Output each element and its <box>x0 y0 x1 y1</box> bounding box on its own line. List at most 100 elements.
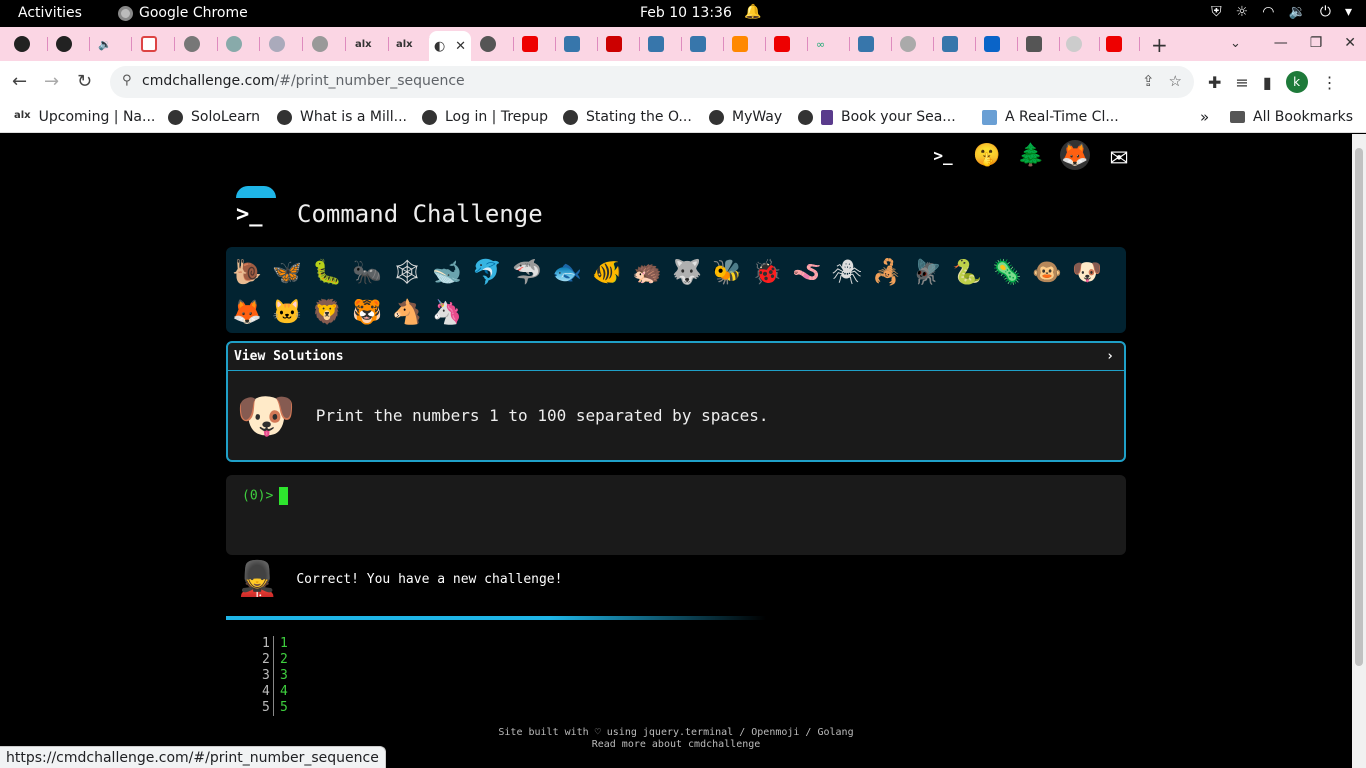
profile-avatar[interactable]: k <box>1285 71 1308 93</box>
bee-icon[interactable]: 🐝 <box>710 253 744 291</box>
close-icon[interactable]: ✕ <box>455 39 466 54</box>
active-tab[interactable]: ◐ ✕ <box>429 31 471 61</box>
spider-web-icon[interactable]: 🕸 <box>390 253 424 291</box>
tab[interactable] <box>306 33 346 55</box>
whale-icon[interactable]: 🐋 <box>430 253 464 291</box>
unicorn-icon[interactable]: 🦄 <box>430 293 464 331</box>
url-text[interactable]: cmdchallenge.com/#/print_number_sequence <box>142 73 465 89</box>
tab[interactable] <box>684 33 724 55</box>
forward-icon[interactable]: → <box>44 71 59 92</box>
bookmark-item[interactable]: alx Upcoming | Na... <box>14 109 155 125</box>
tab[interactable] <box>50 33 90 55</box>
youtube-icon <box>774 36 790 52</box>
microbe-icon[interactable]: 🦠 <box>990 253 1024 291</box>
snake-icon[interactable]: 🐍 <box>950 253 984 291</box>
omnibox[interactable]: ⚲ cmdchallenge.com/#/print_number_sequen… <box>110 66 1194 98</box>
tab[interactable] <box>8 33 48 55</box>
terminal-input[interactable]: (0)> <box>226 475 1126 555</box>
reading-list-icon[interactable]: ≡ <box>1235 73 1248 92</box>
extensions-icon[interactable]: ✚ <box>1208 73 1221 92</box>
wolf-icon[interactable]: 🐺 <box>670 253 704 291</box>
tab[interactable] <box>1020 33 1060 55</box>
bookmark-item[interactable]: MyWay <box>709 109 782 125</box>
clock[interactable]: Feb 10 13:36 <box>640 5 732 21</box>
tab[interactable]: ∞ <box>810 33 850 55</box>
tab[interactable] <box>558 33 598 55</box>
bookmark-item[interactable]: Stating the O... <box>563 109 692 125</box>
fish-icon[interactable]: 🐟 <box>550 253 584 291</box>
bookmark-item[interactable]: A Real-Time Cl... <box>982 109 1119 125</box>
more-bookmarks-icon[interactable]: » <box>1200 108 1209 126</box>
dolphin-icon[interactable]: 🐬 <box>470 253 504 291</box>
tab[interactable] <box>894 33 934 55</box>
tab[interactable] <box>600 33 640 55</box>
app-menu[interactable]: Google Chrome <box>118 5 248 21</box>
tab[interactable]: 🔉 <box>92 33 132 55</box>
fly-icon[interactable]: 🪰 <box>910 253 944 291</box>
tab[interactable] <box>516 33 556 55</box>
bookmark-item[interactable]: Book your Sea... <box>798 109 956 125</box>
ladybug-icon[interactable]: 🐞 <box>750 253 784 291</box>
star-icon[interactable]: ☆ <box>1169 72 1182 90</box>
bookmark-item[interactable]: SoloLearn <box>168 109 260 125</box>
back-icon[interactable]: ← <box>12 71 27 92</box>
shushing-face-icon[interactable]: 🤫 <box>972 140 1002 170</box>
snail-icon[interactable]: 🐌 <box>230 253 264 291</box>
gitlab-icon[interactable]: 🦊 <box>1060 140 1090 170</box>
monkey-icon[interactable]: 🐵 <box>1030 253 1064 291</box>
ant-icon[interactable]: 🐜 <box>350 253 384 291</box>
close-window-icon[interactable]: ✕ <box>1344 35 1356 51</box>
spider-icon[interactable]: 🕷 <box>830 253 864 291</box>
cat-icon[interactable]: 🐱 <box>270 293 304 331</box>
tab[interactable] <box>726 33 766 55</box>
shark-icon[interactable]: 🦈 <box>510 253 544 291</box>
minimize-icon[interactable]: — <box>1274 35 1288 51</box>
terminal-icon[interactable]: >_ <box>928 140 958 170</box>
page-scrollbar[interactable] <box>1352 134 1366 768</box>
tab[interactable] <box>474 33 514 55</box>
hedgehog-icon[interactable]: 🦔 <box>630 253 664 291</box>
tab[interactable] <box>220 33 260 55</box>
tiger-icon[interactable]: 🐯 <box>350 293 384 331</box>
tab[interactable] <box>768 33 808 55</box>
footer-about-link[interactable]: Read more about cmdchallenge <box>490 739 862 751</box>
new-tab-button[interactable]: + <box>1151 33 1168 57</box>
footer-credits[interactable]: Site built with ♡ using jquery.terminal … <box>490 727 862 739</box>
menu-icon[interactable]: ⋮ <box>1322 73 1338 92</box>
bookmark-item[interactable]: Log in | Trepup <box>422 109 548 125</box>
lion-icon[interactable]: 🦁 <box>310 293 344 331</box>
mail-icon[interactable]: ✉ <box>1104 138 1134 173</box>
scrollbar-thumb[interactable] <box>1355 148 1363 666</box>
caterpillar-icon[interactable]: 🐛 <box>310 253 344 291</box>
tab[interactable] <box>1060 33 1100 55</box>
tab[interactable] <box>263 33 303 55</box>
system-tray[interactable]: ⛨ ☼ ◠ 🔉 ⏻ ▾ <box>1211 4 1352 20</box>
tab[interactable] <box>936 33 976 55</box>
tab[interactable]: alx <box>390 33 430 55</box>
share-icon[interactable]: ⇪ <box>1142 72 1155 90</box>
tab[interactable] <box>135 33 175 55</box>
reload-icon[interactable]: ↻ <box>77 71 92 92</box>
worm-icon[interactable]: 🪱 <box>790 253 824 291</box>
tab-search-icon[interactable]: ⌄ <box>1230 36 1241 51</box>
bookmark-item[interactable]: What is a Mill... <box>277 109 407 125</box>
tropical-fish-icon[interactable]: 🐠 <box>590 253 624 291</box>
side-panel-icon[interactable]: ▮ <box>1263 73 1272 92</box>
view-solutions-toggle[interactable]: View Solutions › <box>228 343 1124 371</box>
tab[interactable]: alx <box>349 33 389 55</box>
tab[interactable] <box>1100 33 1140 55</box>
fox-icon[interactable]: 🦊 <box>230 293 264 331</box>
site-info-icon[interactable]: ⚲ <box>122 73 132 88</box>
scorpion-icon[interactable]: 🦂 <box>870 253 904 291</box>
tab[interactable] <box>852 33 892 55</box>
tab[interactable] <box>178 33 218 55</box>
butterfly-icon[interactable]: 🦋 <box>270 253 304 291</box>
tree-icon[interactable]: 🌲 <box>1016 140 1046 170</box>
horse-icon[interactable]: 🐴 <box>390 293 424 331</box>
tab[interactable] <box>978 33 1018 55</box>
maximize-icon[interactable]: ❐ <box>1310 35 1323 51</box>
activities-button[interactable]: Activities <box>18 5 82 21</box>
dog-icon[interactable]: 🐶 <box>1070 253 1104 291</box>
all-bookmarks[interactable]: All Bookmarks <box>1230 109 1353 125</box>
tab[interactable] <box>642 33 682 55</box>
